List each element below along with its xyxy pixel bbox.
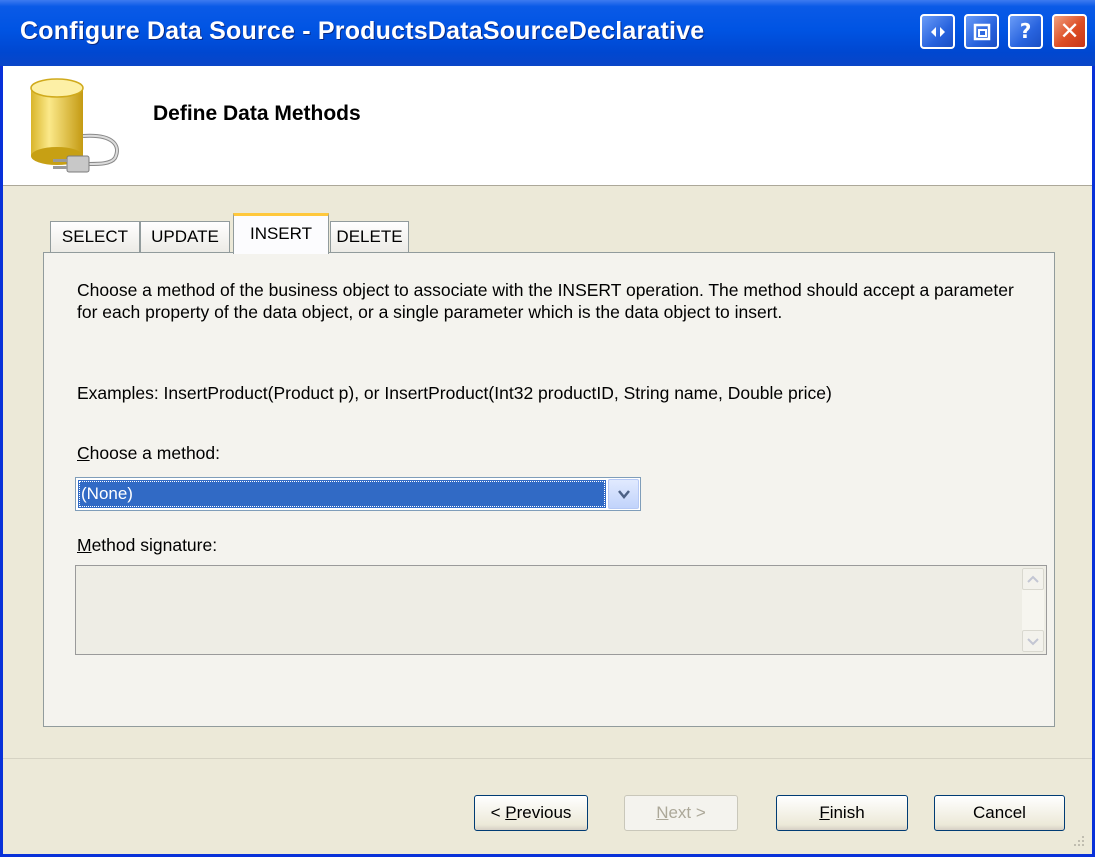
tab-delete[interactable]: DELETE	[330, 221, 409, 252]
restore-icon[interactable]	[964, 14, 999, 49]
next-button[interactable]: Next >	[624, 795, 738, 831]
wizard-header: Define Data Methods	[3, 66, 1092, 186]
database-plug-icon	[30, 78, 119, 173]
page-title: Define Data Methods	[153, 102, 361, 125]
title-bar[interactable]: Configure Data Source - ProductsDataSour…	[0, 0, 1095, 66]
finish-button[interactable]: Finish	[776, 795, 908, 831]
method-dropdown[interactable]: (None)	[75, 477, 641, 511]
scroll-up-icon[interactable]	[1022, 568, 1044, 590]
footer-divider	[3, 758, 1092, 759]
instructions-text: Choose a method of the business object t…	[77, 280, 1014, 322]
tab-panel-insert: Choose a method of the business object t…	[43, 252, 1055, 727]
cancel-button[interactable]: Cancel	[934, 795, 1065, 831]
method-signature-label-text: ethod signature:	[91, 535, 218, 555]
tab-select[interactable]: SELECT	[50, 221, 140, 252]
method-dropdown-value[interactable]: (None)	[78, 480, 606, 508]
scroll-down-icon[interactable]	[1022, 630, 1044, 652]
window-title: Configure Data Source - ProductsDataSour…	[20, 17, 705, 45]
expand-icon[interactable]	[920, 14, 955, 49]
choose-method-label-text: hoose a method:	[89, 443, 221, 463]
tab-insert[interactable]: INSERT	[233, 213, 329, 254]
examples-text: Examples: InsertProduct(Product p), or I…	[77, 383, 832, 403]
tab-update[interactable]: UPDATE	[140, 221, 230, 252]
choose-method-mnemonic: C	[77, 443, 90, 463]
close-icon[interactable]: ✕	[1052, 14, 1087, 49]
dialog-window: Configure Data Source - ProductsDataSour…	[0, 0, 1095, 857]
previous-button[interactable]: < Previous	[474, 795, 588, 831]
method-signature-label: Method signature:	[77, 535, 217, 556]
help-icon[interactable]: ?	[1008, 14, 1043, 49]
vertical-scrollbar[interactable]	[1022, 568, 1044, 652]
method-signature-box[interactable]	[75, 565, 1047, 655]
resize-grip-icon[interactable]	[1072, 834, 1086, 848]
method-signature-mnemonic: M	[77, 535, 92, 555]
choose-method-label: Choose a method:	[77, 443, 220, 464]
dropdown-chevron-icon[interactable]	[608, 479, 639, 509]
